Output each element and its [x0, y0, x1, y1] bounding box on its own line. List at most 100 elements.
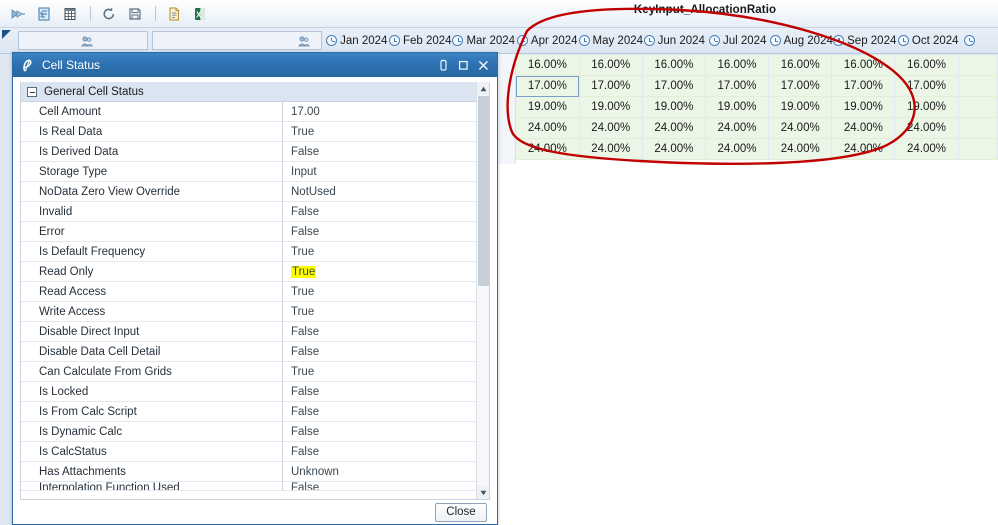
grid-cell[interactable]: 24.00% [832, 139, 895, 160]
grid-cell[interactable]: 19.00% [895, 97, 958, 118]
grid-cell[interactable]: 24.00% [895, 139, 958, 160]
grid-cell[interactable]: 24.00% [769, 118, 832, 139]
grid-cell[interactable]: 24.00% [516, 118, 579, 139]
scrollbar-thumb[interactable] [478, 96, 489, 286]
property-row[interactable]: ErrorFalse [21, 222, 489, 242]
property-row[interactable]: Cell Amount17.00 [21, 102, 489, 122]
grid-cell[interactable]: 16.00% [769, 55, 832, 76]
dialog-footer: Close [13, 500, 497, 524]
time-period-header-cell[interactable]: Sep 2024 [833, 35, 897, 47]
excel-export-icon[interactable]: X [188, 3, 212, 25]
time-period-header-cell[interactable]: May 2024 [579, 35, 643, 47]
grid-cell[interactable]: 17.00% [705, 76, 768, 97]
property-row[interactable]: Interpolation Function UsedFalse [21, 482, 489, 491]
maximize-icon[interactable] [453, 56, 473, 74]
property-row[interactable]: Is From Calc ScriptFalse [21, 402, 489, 422]
grid-title: KeyInput_AllocationRatio [505, 4, 905, 16]
grid-cell-partial[interactable] [958, 97, 997, 118]
grid-cell[interactable]: 17.00% [642, 76, 705, 97]
time-period-header-cell[interactable]: Feb 2024 [389, 35, 453, 47]
grid-icon[interactable] [58, 3, 82, 25]
time-period-header-cell[interactable]: Mar 2024 [452, 35, 516, 47]
close-button[interactable]: Close [435, 503, 487, 522]
property-group-header[interactable]: General Cell Status [21, 82, 489, 102]
grid-cell[interactable]: 17.00% [895, 76, 958, 97]
grid-cell-partial[interactable] [958, 139, 997, 160]
time-period-header-cell[interactable]: Oct 2024 [897, 35, 961, 47]
application-window: $ [0, 0, 998, 525]
grid-cell[interactable]: 24.00% [705, 139, 768, 160]
property-row[interactable]: Is LockedFalse [21, 382, 489, 402]
calculate-icon[interactable]: $ [32, 3, 56, 25]
document-icon[interactable] [162, 3, 186, 25]
property-row[interactable]: Has AttachmentsUnknown [21, 462, 489, 482]
grid-cell[interactable]: 17.00% [832, 76, 895, 97]
grid-cell[interactable]: 17.00% [579, 76, 642, 97]
property-name: Is Real Data [21, 122, 283, 141]
time-period-label: May 2024 [593, 35, 644, 47]
clock-icon [833, 35, 844, 46]
property-row[interactable]: Read AccessTrue [21, 282, 489, 302]
property-row[interactable]: Read OnlyTrue [21, 262, 489, 282]
time-period-header-cell[interactable]: Jun 2024 [643, 35, 707, 47]
property-row[interactable]: Is CalcStatusFalse [21, 442, 489, 462]
grid-cell[interactable]: 24.00% [579, 118, 642, 139]
property-row[interactable]: NoData Zero View OverrideNotUsed [21, 182, 489, 202]
grid-cell[interactable]: 16.00% [895, 55, 958, 76]
time-period-header-cell[interactable]: Jan 2024 [325, 35, 389, 47]
run-icon[interactable] [6, 3, 30, 25]
clock-icon [517, 35, 528, 46]
time-period-header-cell-partial[interactable] [960, 35, 998, 46]
grid-cell[interactable]: 19.00% [642, 97, 705, 118]
time-period-header-cell[interactable]: Aug 2024 [770, 35, 834, 47]
grid-cell[interactable]: 16.00% [705, 55, 768, 76]
close-icon[interactable] [473, 56, 493, 74]
property-value: False [283, 342, 489, 361]
time-period-label: Jan 2024 [340, 35, 387, 47]
grid-cell[interactable]: 16.00% [579, 55, 642, 76]
property-row[interactable]: Is Default FrequencyTrue [21, 242, 489, 262]
property-row[interactable]: Disable Direct InputFalse [21, 322, 489, 342]
grid-cell-partial[interactable] [958, 55, 997, 76]
property-row[interactable]: Write AccessTrue [21, 302, 489, 322]
save-icon[interactable] [123, 3, 147, 25]
time-period-header-cell[interactable]: Jul 2024 [706, 35, 770, 47]
grid-cell[interactable]: 19.00% [516, 97, 579, 118]
grid-cell[interactable]: 24.00% [642, 118, 705, 139]
property-row[interactable]: Is Dynamic CalcFalse [21, 422, 489, 442]
grid-cell[interactable]: 19.00% [832, 97, 895, 118]
dock-pin-icon[interactable] [433, 56, 453, 74]
refresh-icon[interactable] [97, 3, 121, 25]
grid-cell[interactable]: 24.00% [579, 139, 642, 160]
grid-cell[interactable]: 24.00% [516, 139, 579, 160]
property-row[interactable]: Is Real DataTrue [21, 122, 489, 142]
grid-cell[interactable]: 19.00% [769, 97, 832, 118]
grid-cell[interactable]: 24.00% [895, 118, 958, 139]
member-selector-icon-1[interactable] [80, 35, 94, 49]
property-list-scrollbar[interactable] [476, 82, 489, 499]
grid-cell[interactable]: 24.00% [832, 118, 895, 139]
collapse-expander-icon[interactable] [27, 87, 37, 97]
grid-cell-partial[interactable] [958, 118, 997, 139]
member-selector-icon-2[interactable] [297, 35, 311, 49]
grid-cell[interactable]: 16.00% [642, 55, 705, 76]
grid-cell[interactable]: 19.00% [705, 97, 768, 118]
time-period-header-cell[interactable]: Apr 2024 [516, 35, 580, 47]
property-row[interactable]: Is Derived DataFalse [21, 142, 489, 162]
grid-cell[interactable]: 16.00% [832, 55, 895, 76]
grid-cell[interactable]: 17.00% [769, 76, 832, 97]
grid-cell[interactable]: 16.00% [516, 55, 579, 76]
grid-cell[interactable]: 17.00% [516, 76, 579, 97]
property-row[interactable]: Storage TypeInput [21, 162, 489, 182]
dialog-titlebar[interactable]: Cell Status [13, 53, 497, 77]
grid-cell[interactable]: 24.00% [705, 118, 768, 139]
scroll-up-arrow[interactable] [477, 82, 490, 95]
grid-cell[interactable]: 24.00% [769, 139, 832, 160]
grid-cell-partial[interactable] [958, 76, 997, 97]
property-row[interactable]: Can Calculate From GridsTrue [21, 362, 489, 382]
grid-cell[interactable]: 24.00% [642, 139, 705, 160]
scroll-down-arrow[interactable] [477, 486, 490, 499]
property-row[interactable]: InvalidFalse [21, 202, 489, 222]
property-row[interactable]: Disable Data Cell DetailFalse [21, 342, 489, 362]
grid-cell[interactable]: 19.00% [579, 97, 642, 118]
